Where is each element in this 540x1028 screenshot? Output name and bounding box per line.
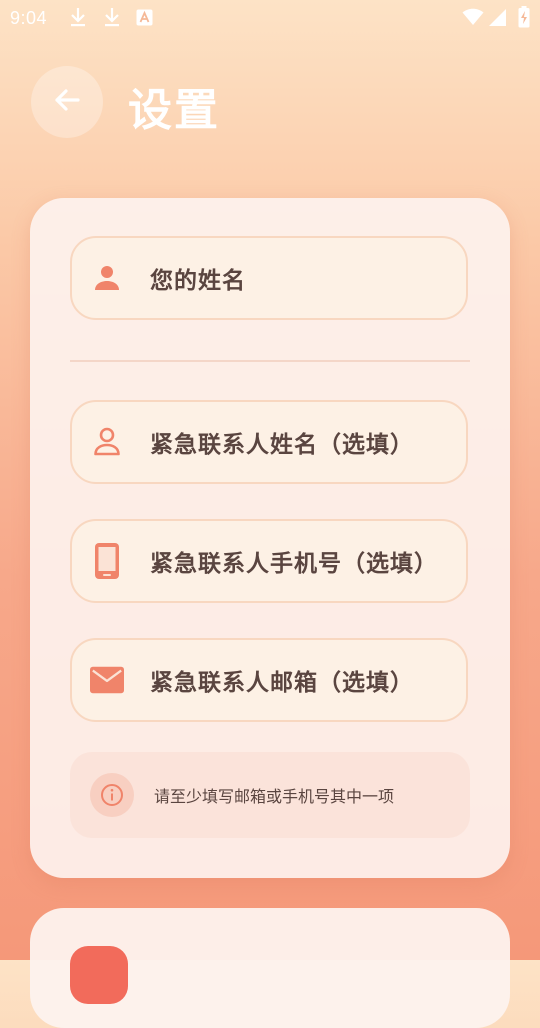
page-title: 设置 <box>128 85 220 136</box>
emergency-contact-name-placeholder: 紧急联系人姓名（选填） <box>150 432 414 458</box>
arrow-left-icon <box>52 85 82 119</box>
download-icon <box>68 6 88 32</box>
emergency-contact-email-placeholder: 紧急联系人邮箱（选填） <box>150 670 414 696</box>
signal-icon <box>488 8 507 31</box>
emergency-contact-phone-field[interactable]: 紧急联系人手机号（选填） <box>70 519 468 603</box>
divider <box>70 360 470 362</box>
back-button[interactable] <box>31 66 103 138</box>
font-icon <box>136 9 153 30</box>
notice-text: 请至少填写邮箱或手机号其中一项 <box>154 787 395 806</box>
emergency-contact-phone-placeholder: 紧急联系人手机号（选填） <box>150 551 438 577</box>
download-icon <box>102 6 122 32</box>
emergency-contact-name-field[interactable]: 紧急联系人姓名（选填） <box>70 400 468 484</box>
status-time: 9:04 <box>10 8 48 28</box>
mail-icon <box>90 663 124 697</box>
second-card <box>30 908 510 1028</box>
name-field-placeholder: 您的姓名 <box>150 268 246 294</box>
wifi-icon <box>462 8 484 30</box>
name-field[interactable]: 您的姓名 <box>70 236 468 320</box>
battery-charging-icon <box>518 6 530 32</box>
person-outline-icon <box>90 425 124 459</box>
info-icon <box>90 773 134 817</box>
card-icon <box>70 946 128 1004</box>
status-bar: 9:04 <box>0 0 540 36</box>
person-filled-icon <box>90 261 124 295</box>
phone-icon <box>90 543 124 579</box>
settings-card: 您的姓名 紧急联系人姓名（选填） 紧急联系人手机号（选填） 紧急联系人邮箱（选填… <box>30 198 510 878</box>
emergency-contact-email-field[interactable]: 紧急联系人邮箱（选填） <box>70 638 468 722</box>
contact-requirement-notice: 请至少填写邮箱或手机号其中一项 <box>70 752 470 838</box>
